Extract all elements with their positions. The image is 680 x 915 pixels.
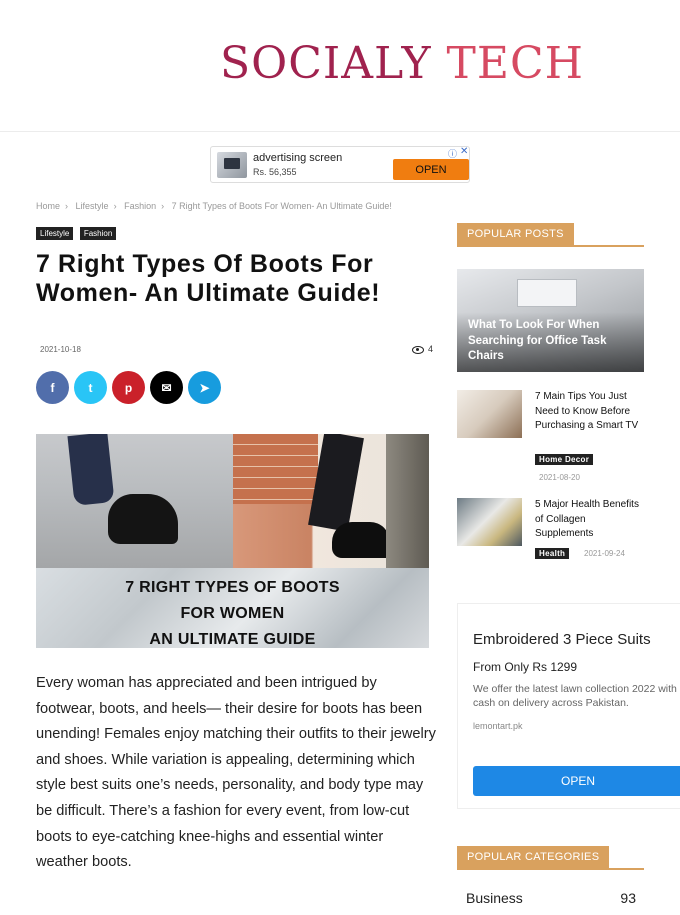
post-date: 2021-09-24 <box>584 549 625 558</box>
whiteboard-graphic <box>517 279 577 307</box>
post-title[interactable]: 5 Major Health Benefits of Collagen Supp… <box>535 498 645 542</box>
featured-post-title[interactable]: What To Look For When Searching for Offi… <box>468 318 628 365</box>
ad-price: Rs. 56,355 <box>253 167 297 177</box>
category-count: 93 <box>620 890 636 906</box>
post-date: 2021-08-20 <box>539 473 580 482</box>
sidebar-ad-title[interactable]: Embroidered 3 Piece Suits <box>473 631 651 648</box>
hero-image: 7 RIGHT TYPES OF BOOTS FOR WOMEN AN ULTI… <box>36 434 429 648</box>
ad-info-icon[interactable]: ⓘ <box>448 147 457 160</box>
hero-banner-line: AN ULTIMATE GUIDE <box>149 631 316 648</box>
logo-accent: TECH <box>446 38 585 89</box>
logo-text: SOCIALY TECH <box>220 38 584 89</box>
view-count-value: 4 <box>428 344 434 354</box>
breadcrumb-fashion[interactable]: Fashion <box>124 201 156 211</box>
popular-post-featured[interactable]: What To Look For When Searching for Offi… <box>457 269 644 372</box>
popular-categories-label: POPULAR CATEGORIES <box>457 846 610 868</box>
popular-categories-header: POPULAR CATEGORIES <box>457 846 644 870</box>
site-logo[interactable]: SOCIALY TECH <box>220 38 583 98</box>
popular-posts-label: POPULAR POSTS <box>457 223 574 245</box>
telegram-share-button[interactable]: ➤ <box>188 371 221 404</box>
share-buttons: f t p ✉ ➤ <box>36 371 221 404</box>
popular-post-item[interactable]: 7 Main Tips You Just Need to Know Before… <box>457 390 657 482</box>
boot-graphic <box>332 522 390 558</box>
stone-wall-graphic <box>386 434 429 568</box>
hero-banner-line: 7 RIGHT TYPES OF BOOTS <box>125 579 340 596</box>
popular-posts-header: POPULAR POSTS <box>457 223 644 247</box>
email-share-button[interactable]: ✉ <box>150 371 183 404</box>
sidebar-ad-description: We offer the latest lawn collection 2022… <box>473 683 677 709</box>
breadcrumb-separator: › <box>161 201 165 211</box>
breadcrumb-current: 7 Right Types of Boots For Women- An Ult… <box>171 201 392 211</box>
view-count: 4 <box>412 344 433 354</box>
breadcrumb-separator: › <box>113 201 117 211</box>
post-thumbnail[interactable] <box>457 498 522 546</box>
brick-wall-graphic <box>233 434 318 504</box>
site-header: SOCIALY TECH <box>0 0 680 132</box>
article-tags: Lifestyle Fashion <box>36 223 118 241</box>
hero-banner: 7 RIGHT TYPES OF BOOTS FOR WOMEN AN ULTI… <box>36 568 429 648</box>
breadcrumb-home[interactable]: Home <box>36 201 60 211</box>
ad-close-icon[interactable]: ✕ <box>460 146 468 157</box>
pinterest-share-button[interactable]: p <box>112 371 145 404</box>
tag-fashion[interactable]: Fashion <box>79 227 117 240</box>
sidebar-ad-subtitle: From Only Rs 1299 <box>473 660 578 674</box>
popular-post-item[interactable]: 5 Major Health Benefits of Collagen Supp… <box>457 498 657 568</box>
category-name[interactable]: Business <box>466 890 523 906</box>
top-ad-banner[interactable]: advertising screen Rs. 56,355 OPEN ⓘ ✕ <box>210 146 470 183</box>
twitter-share-button[interactable]: t <box>74 371 107 404</box>
ad-open-button[interactable]: OPEN <box>393 159 469 180</box>
article-title: 7 Right Types Of Boots For Women- An Ult… <box>36 250 381 307</box>
ad-title: advertising screen <box>253 152 343 164</box>
post-title[interactable]: 7 Main Tips You Just Need to Know Before… <box>535 390 645 434</box>
sidebar-ad-open-button[interactable]: OPEN <box>473 766 680 796</box>
breadcrumb: Home › Lifestyle › Fashion › 7 Right Types … <box>36 201 392 211</box>
hero-banner-line: FOR WOMEN <box>180 605 285 622</box>
logo-main: SOCIALY <box>220 38 432 89</box>
leg-graphic <box>67 434 115 506</box>
post-category[interactable]: Health <box>535 548 570 559</box>
hero-photo-left <box>36 434 233 568</box>
breadcrumb-lifestyle[interactable]: Lifestyle <box>76 201 109 211</box>
eye-icon <box>412 345 424 354</box>
tag-lifestyle[interactable]: Lifestyle <box>36 227 74 240</box>
post-thumbnail[interactable] <box>457 390 522 438</box>
sidebar-ad-domain: lemontart.pk <box>473 721 523 731</box>
facebook-share-button[interactable]: f <box>36 371 69 404</box>
category-row[interactable]: Business 93 <box>466 890 636 906</box>
article-date: 2021-10-18 <box>40 345 81 354</box>
ad-thumbnail <box>217 152 247 178</box>
article-body: Every woman has appreciated and been int… <box>36 675 436 871</box>
sidebar-ad[interactable]: Embroidered 3 Piece Suits From Only Rs 1… <box>457 603 680 809</box>
post-category[interactable]: Home Decor <box>535 454 594 465</box>
breadcrumb-separator: › <box>65 201 69 211</box>
boot-graphic <box>108 494 178 544</box>
